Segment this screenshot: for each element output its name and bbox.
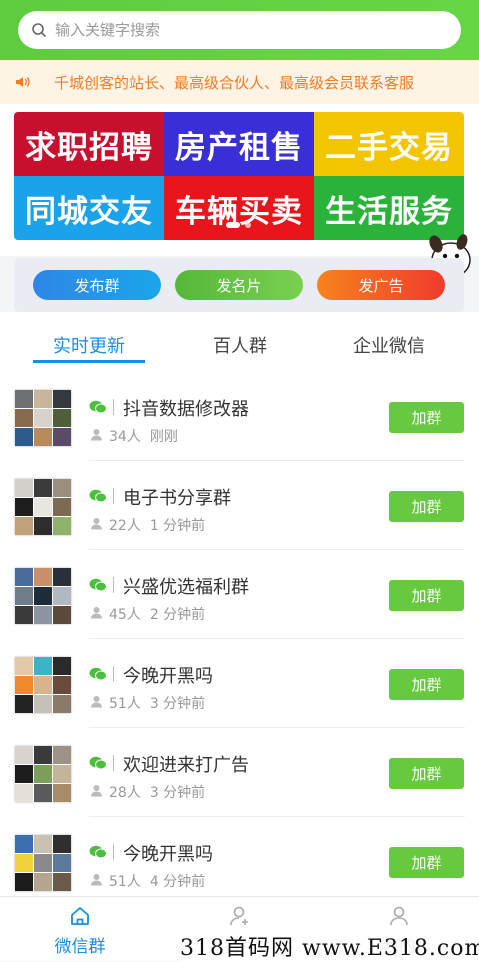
title-divider	[113, 755, 114, 771]
group-meta: 34人 刚刚	[109, 426, 178, 446]
banner-dot	[245, 222, 251, 228]
members-icon	[91, 696, 102, 708]
join-group-button[interactable]: 加群	[389, 669, 464, 700]
list-item[interactable]: 兴盛优选福利群 45人 2 分钟前 加群	[0, 550, 479, 639]
group-name: 抖音数据修改器	[123, 399, 249, 420]
member-count: 28人	[109, 785, 141, 801]
group-meta: 22人 1 分钟前	[109, 515, 205, 535]
tab-label: 微信群	[54, 937, 106, 957]
members-icon	[91, 607, 102, 619]
wechat-icon	[89, 578, 107, 592]
group-meta: 51人 3 分钟前	[109, 693, 205, 713]
title-divider	[113, 399, 114, 415]
list-item[interactable]: 欢迎进来打广告 28人 3 分钟前 加群	[0, 728, 479, 817]
members-icon	[91, 874, 102, 886]
group-avatar	[15, 657, 71, 713]
publish-card-button[interactable]: 发名片	[175, 270, 303, 300]
list-item[interactable]: 今晚开黑吗 51人 4 分钟前 加群	[0, 817, 479, 896]
top-header	[0, 0, 479, 60]
group-avatar	[15, 390, 71, 446]
site-watermark: 318首码网 www.E318.com	[180, 930, 479, 962]
category-tabs: 实时更新 百人群 企业微信	[0, 312, 479, 372]
notice-bar[interactable]: 千城创客的站长、最高级合伙人、最高级会员联系客服	[0, 60, 479, 104]
home-icon	[71, 907, 89, 925]
banner-dot-active	[226, 222, 240, 228]
search-icon	[32, 23, 46, 37]
banner-section: 求职招聘 房产租售 二手交易 同城交友 车辆买卖 生活服务	[0, 104, 479, 256]
group-name: 今晚开黑吗	[123, 666, 213, 687]
group-name: 兴盛优选福利群	[123, 577, 249, 598]
member-count: 45人	[109, 607, 141, 623]
group-name: 电子书分享群	[123, 488, 231, 509]
member-count: 51人	[109, 696, 141, 712]
group-name: 今晚开黑吗	[123, 844, 213, 865]
notice-text: 千城创客的站长、最高级合伙人、最高级会员联系客服	[54, 73, 415, 92]
update-time: 2 分钟前	[149, 607, 206, 623]
list-item[interactable]: 电子书分享群 22人 1 分钟前 加群	[0, 461, 479, 550]
tab-enterprise-wechat[interactable]: 企业微信	[309, 332, 469, 358]
tab-realtime[interactable]: 实时更新	[9, 332, 169, 358]
wechat-icon	[89, 400, 107, 414]
members-icon	[91, 429, 102, 441]
list-item[interactable]: 抖音数据修改器 34人 刚刚 加群	[0, 372, 479, 461]
banner-tile-vehicles[interactable]: 车辆买卖	[164, 176, 314, 240]
title-divider	[113, 844, 114, 860]
update-time: 3 分钟前	[149, 696, 206, 712]
group-name: 欢迎进来打广告	[123, 755, 249, 776]
group-avatar	[15, 479, 71, 535]
speaker-icon	[16, 77, 30, 87]
member-count: 51人	[109, 874, 141, 890]
publish-group-button[interactable]: 发布群	[33, 270, 161, 300]
group-meta: 45人 2 分钟前	[109, 604, 205, 624]
add-user-icon	[230, 906, 248, 926]
wechat-icon	[89, 667, 107, 681]
group-meta: 51人 4 分钟前	[109, 871, 205, 891]
join-group-button[interactable]: 加群	[389, 758, 464, 789]
members-icon	[91, 785, 102, 797]
banner-tile-housing[interactable]: 房产租售	[164, 112, 314, 176]
group-avatar	[15, 835, 71, 891]
title-divider	[113, 488, 114, 504]
update-time: 4 分钟前	[149, 874, 206, 890]
group-avatar	[15, 568, 71, 624]
group-list: 抖音数据修改器 34人 刚刚 加群 电子书分享群 22人 1 分钟前 加群 兴盛优选…	[0, 372, 479, 896]
search-input[interactable]	[53, 20, 437, 40]
member-count: 22人	[109, 518, 141, 534]
banner-tile-secondhand[interactable]: 二手交易	[314, 112, 464, 176]
wechat-icon	[89, 845, 107, 859]
members-icon	[91, 518, 102, 530]
title-divider	[113, 666, 114, 682]
wechat-icon	[89, 489, 107, 503]
category-banner[interactable]: 求职招聘 房产租售 二手交易 同城交友 车辆买卖 生活服务	[14, 112, 464, 240]
banner-tile-jobs[interactable]: 求职招聘	[14, 112, 164, 176]
update-time: 3 分钟前	[149, 785, 206, 801]
update-time: 刚刚	[149, 429, 178, 445]
publish-ad-button[interactable]: 发广告	[317, 270, 445, 300]
group-avatar	[15, 746, 71, 802]
tab-hundred-group[interactable]: 百人群	[160, 332, 320, 358]
update-time: 1 分钟前	[149, 518, 206, 534]
tab-wechat-groups[interactable]: 微信群	[0, 897, 160, 961]
group-meta: 28人 3 分钟前	[109, 782, 205, 802]
join-group-button[interactable]: 加群	[389, 847, 464, 878]
search-bar[interactable]	[18, 11, 461, 49]
member-count: 34人	[109, 429, 141, 445]
user-icon	[390, 906, 408, 926]
list-item[interactable]: 今晚开黑吗 51人 3 分钟前 加群	[0, 639, 479, 728]
active-tab-underline	[33, 360, 145, 363]
title-divider	[113, 577, 114, 593]
wechat-icon	[89, 756, 107, 770]
banner-tile-dating[interactable]: 同城交友	[14, 176, 164, 240]
banner-indicator	[226, 222, 251, 228]
join-group-button[interactable]: 加群	[389, 491, 464, 522]
publish-actions: 发布群 发名片 发广告	[14, 258, 464, 312]
join-group-button[interactable]: 加群	[389, 580, 464, 611]
join-group-button[interactable]: 加群	[389, 402, 464, 433]
